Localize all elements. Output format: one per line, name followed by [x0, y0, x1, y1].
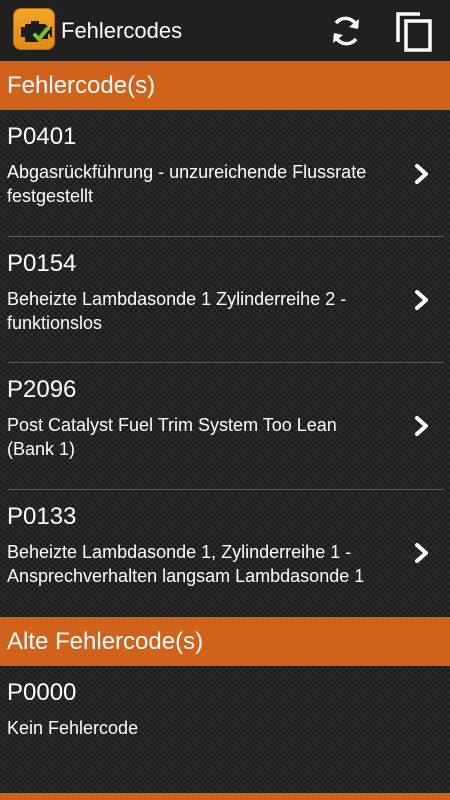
- app-title: Fehlercodes: [61, 18, 183, 43]
- error-description: Beheizte Lambdasonde 1, Zylinderreihe 1 …: [7, 542, 365, 586]
- chevron-right-icon: [415, 416, 428, 436]
- error-code: P2096: [7, 376, 77, 403]
- error-description: Beheizte Lambdasonde 1 Zylinderreihe 2 -…: [7, 289, 347, 333]
- copy-icon: [396, 12, 432, 52]
- error-code: P0000: [7, 679, 77, 706]
- error-code: P0401: [7, 123, 77, 150]
- refresh-button[interactable]: [326, 12, 366, 50]
- list-item[interactable]: P0154 Beheizte Lambdasonde 1 Zylinderrei…: [0, 237, 450, 363]
- list-item[interactable]: P0401 Abgasrückführung - unzureichende F…: [0, 110, 450, 236]
- copy-button[interactable]: [392, 10, 436, 52]
- list-item[interactable]: P2096 Post Catalyst Fuel Trim System Too…: [0, 363, 450, 489]
- refresh-icon: [333, 16, 359, 46]
- error-code: P0154: [7, 250, 77, 277]
- bottom-accent-bar: [0, 793, 450, 800]
- chevron-right-icon: [415, 290, 428, 310]
- section-header-old-codes: Alte Fehlercode(s): [0, 617, 450, 666]
- error-description: Post Catalyst Fuel Trim System Too Lean …: [7, 415, 337, 459]
- error-description: Kein Fehlercode: [7, 718, 139, 738]
- chevron-right-icon: [415, 164, 428, 184]
- section-header-current-codes: Fehlercode(s): [0, 61, 450, 110]
- error-code: P0133: [7, 503, 77, 530]
- section-header-label: Alte Fehlercode(s): [7, 628, 204, 655]
- list-item[interactable]: P0000 Kein Fehlercode: [0, 666, 450, 786]
- chevron-right-icon: [415, 543, 428, 563]
- check-engine-icon: [13, 8, 55, 50]
- app-bar: Fehlercodes: [0, 0, 450, 61]
- list-item[interactable]: P0133 Beheizte Lambdasonde 1, Zylinderre…: [0, 490, 450, 616]
- error-description: Abgasrückführung - unzureichende Flussra…: [7, 162, 367, 206]
- section-header-label: Fehlercode(s): [7, 72, 156, 99]
